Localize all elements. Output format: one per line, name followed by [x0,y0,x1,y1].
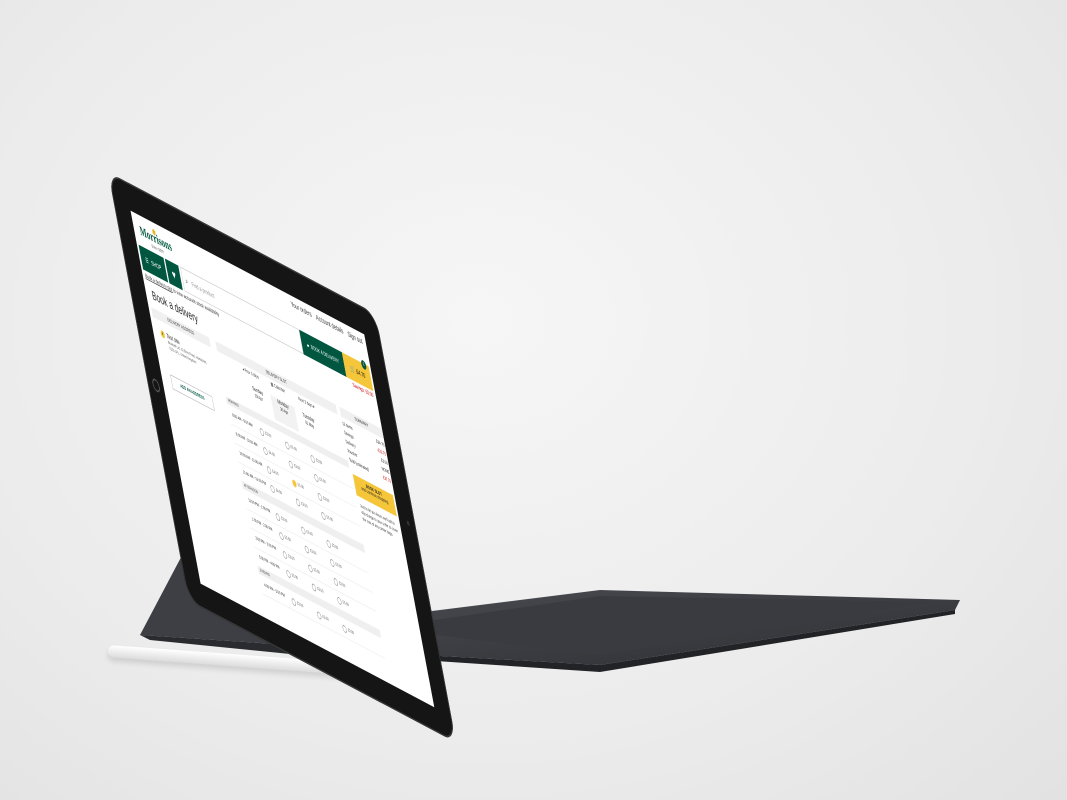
radio-icon [262,445,269,456]
slot-price: £3.00 [313,567,321,576]
sign-out-link[interactable]: Sign out [347,330,363,346]
slot-price: £3.00 [315,457,323,467]
radio-icon [320,510,327,521]
book-delivery-button[interactable]: ▰ BOOK A DELIVERY [299,329,347,377]
radio-icon [336,595,343,606]
slot-price: £3.00 [291,572,299,582]
radio-icon [284,440,291,450]
account-details-link[interactable]: Account details [315,313,344,336]
slot-price: £4.00 [268,450,276,459]
slot-price: £3.00 [309,548,317,557]
slot-price: £3.00 [287,553,295,563]
slot-price: £3.00 [322,495,330,505]
slot-price: £3.00 [290,444,298,453]
radio-icon [311,582,317,592]
radio-icon [291,596,297,607]
menu-icon: ☰ [144,255,150,265]
radio-icon [325,538,332,549]
slot-price: £3.00 [331,542,339,552]
slot-price: £3.00 [293,463,301,472]
radio-icon [275,511,281,522]
add-address-button[interactable]: ADD AN ADDRESS [170,374,215,412]
home-button[interactable] [151,376,161,394]
trolley-count-badge: 1 [360,359,368,371]
address-lines: Bluebell Ltd, 33 Bore Road, Hartlepool, … [167,340,208,366]
radio-icon [317,491,323,502]
heart-icon: ♥ [170,266,177,283]
slot-price: £3.00 [296,600,304,610]
slot-price: £3.50 [284,534,292,544]
slot-price: £3.00 [306,529,314,538]
slot-price: £3.00 [319,476,327,486]
slot-price: £3.00 [280,516,288,525]
radio-icon [259,426,265,437]
radio-icon [329,557,335,568]
radio-icon [313,472,319,483]
slot-price: £3.00 [326,514,334,524]
radio-icon [295,497,301,507]
radio-icon [285,568,292,579]
wheat-icon: ✾ [151,227,157,239]
radio-icon [288,459,294,469]
trolley-icon: 🛒 [349,363,356,374]
radio-icon [300,525,306,535]
radio-icon [304,544,310,554]
radio-icon [316,610,322,620]
radio-icon [333,576,339,587]
radio-icon [282,549,288,560]
slot-price: £3.00 [300,501,308,510]
search-icon: ⌕ [184,276,189,287]
slot-price: £3.00 [316,586,324,595]
your-orders-link[interactable]: Your orders [290,300,312,319]
radio-icon [310,453,316,464]
slot-price: £3.00 [347,627,355,637]
slot-price: £3.00 [264,431,272,440]
slot-price: £3.00 [342,599,350,609]
radio-icon [266,464,272,475]
slot-price: £3.00 [338,580,346,590]
radio-icon [269,483,276,494]
slot-price: £3.00 [335,561,343,571]
slot-price: £3.00 [322,614,330,623]
slot-price: £3.00 [297,482,305,491]
radio-icon [307,563,314,573]
slot-price: £4.50 [275,487,283,497]
radio-icon [278,530,285,541]
camera-icon [406,520,410,527]
radio-icon [291,478,298,488]
radio-icon [341,623,348,634]
slot-price: £4.00 [271,468,279,478]
